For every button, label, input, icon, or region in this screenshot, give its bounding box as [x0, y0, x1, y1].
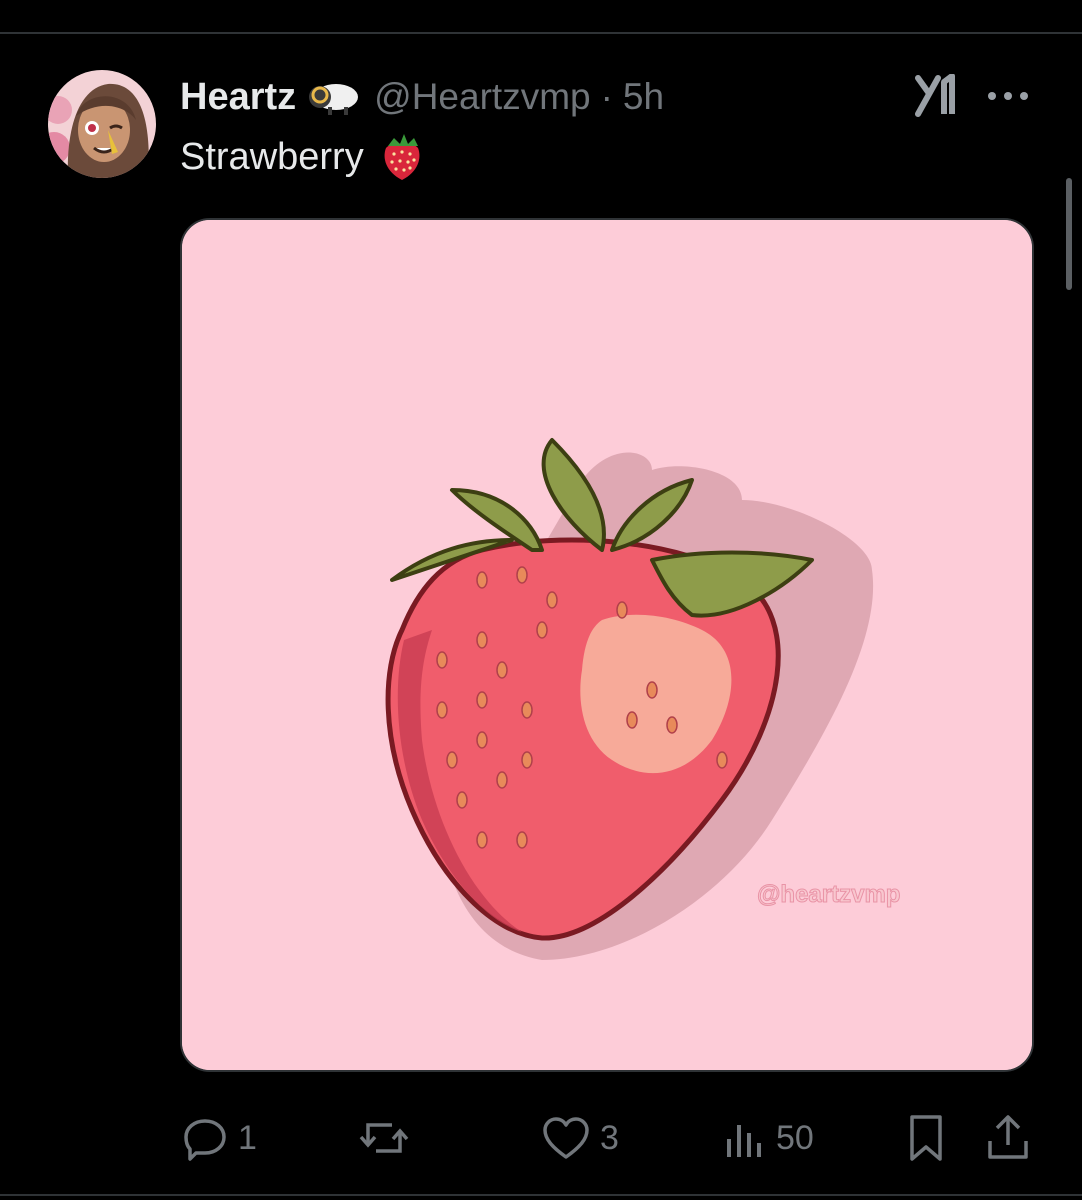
image-watermark: @heartzvmp — [757, 881, 900, 908]
views-icon — [724, 1115, 766, 1161]
like-button[interactable]: 3 — [542, 1108, 619, 1168]
bookmark-icon — [906, 1113, 946, 1163]
tweet-header: Heartz @Heartzvmp · 5h — [180, 72, 664, 122]
like-count: 3 — [600, 1118, 619, 1157]
reply-icon — [182, 1115, 228, 1161]
timestamp[interactable]: 5h — [623, 76, 664, 118]
handle[interactable]: @Heartzvmp — [374, 76, 590, 118]
tweet-media-image[interactable]: @heartzvmp — [180, 218, 1034, 1072]
top-divider — [0, 32, 1082, 34]
views-button[interactable]: 50 — [724, 1108, 814, 1168]
display-name[interactable]: Heartz — [180, 76, 296, 119]
strawberry-emoji — [380, 132, 424, 182]
tweet-page: Heartz @Heartzvmp · 5h Strawberry @heart… — [0, 0, 1082, 1200]
repost-button[interactable] — [358, 1108, 420, 1168]
reply-button[interactable]: 1 — [182, 1108, 257, 1168]
repost-icon — [358, 1115, 410, 1161]
bookmark-button[interactable] — [906, 1108, 946, 1168]
reply-count: 1 — [238, 1118, 257, 1157]
grok-icon[interactable] — [914, 73, 960, 118]
more-icon[interactable] — [984, 82, 1032, 110]
scrollbar[interactable] — [1066, 178, 1072, 290]
separator-dot: · — [600, 76, 613, 117]
tweet-text-content: Strawberry — [180, 135, 364, 178]
sheep-icon — [308, 77, 360, 117]
heart-icon — [542, 1115, 590, 1161]
share-button[interactable] — [986, 1108, 1030, 1168]
bottom-divider — [0, 1194, 1082, 1196]
tweet-text: Strawberry — [180, 132, 424, 182]
action-bar: 1 3 50 — [0, 1108, 1082, 1168]
avatar[interactable] — [48, 70, 156, 178]
share-icon — [986, 1113, 1030, 1163]
views-count: 50 — [776, 1118, 814, 1157]
